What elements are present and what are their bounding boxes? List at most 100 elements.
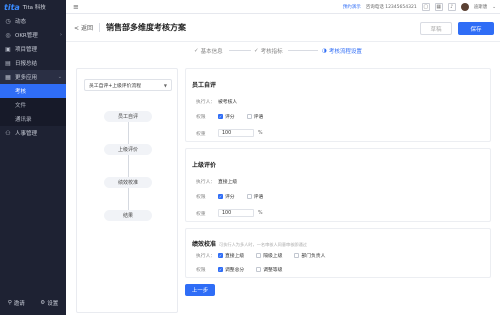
sidebar-item-feed[interactable]: ◷ 动态: [0, 14, 66, 28]
weight-row: 权重 100 %: [196, 209, 263, 217]
flow-connector: [128, 155, 129, 177]
field-label: 执行人：: [196, 100, 216, 105]
executor-value: 被考核人: [218, 100, 238, 105]
executor-value: 直接上级: [218, 180, 238, 185]
sidebar-subitem-appraisal[interactable]: 考核: [0, 84, 66, 98]
report-icon: ▤: [5, 59, 11, 67]
flow-node-superior[interactable]: 上级评价: [104, 144, 152, 155]
divider: [98, 23, 100, 32]
section-superior-eval: 上级评价 执行人： 直接上级 权限 ✓ 评分 评语 权重 100 %: [185, 148, 491, 222]
option-label: 直接上级: [225, 254, 245, 259]
calendar-icon[interactable]: ▦: [434, 3, 443, 11]
add-user-icon: ⚲: [7, 300, 12, 306]
chevron-down-icon: ⌄: [57, 74, 62, 80]
step-connector: [229, 50, 251, 51]
executor-row: 执行人： 直接上级: [196, 178, 249, 185]
sidebar-subitem-contacts[interactable]: 通讯录: [0, 112, 66, 126]
sidebar-item-label: 日报总结: [15, 61, 38, 67]
sidebar-item-label: 项目管理: [15, 47, 38, 53]
step-label: 基本信息: [200, 49, 223, 55]
sidebar-item-okr[interactable]: ◎ OKR管理 ›: [0, 28, 66, 42]
perm-score-checkbox[interactable]: ✓ 评分: [218, 113, 235, 120]
bell-icon[interactable]: ♪: [447, 3, 456, 11]
sidebar-subitem-files[interactable]: 文件: [0, 98, 66, 112]
option-label: 调整等级: [263, 268, 283, 273]
weight-unit: %: [258, 210, 263, 216]
field-label: 执行人：: [196, 180, 216, 185]
section-title: 绩效校准 可执行人为多人时，一名审核人同意审核即通过: [192, 239, 307, 248]
step-indicators[interactable]: ✓ 考核指标: [254, 47, 283, 55]
weight-input[interactable]: 100: [218, 209, 254, 217]
flow-node-calibration[interactable]: 绩效校准: [104, 177, 152, 188]
flow-select-value: 员工自评+上级评价流程: [89, 83, 141, 89]
app-logo[interactable]: tita Tita 科技: [0, 0, 66, 14]
executor-dept-head-checkbox[interactable]: 部门负责人: [294, 252, 325, 259]
section-self-eval: 员工自评 执行人： 被考核人 权限 ✓ 评分 评语 权重 100 %: [185, 68, 491, 142]
section-title-text: 绩效校准: [192, 241, 217, 248]
perm-comment-checkbox[interactable]: 评语: [246, 193, 264, 200]
flow-select[interactable]: 员工自评+上级评价流程 ▼: [84, 79, 172, 91]
option-label: 部门负责人: [301, 254, 326, 259]
back-label: 返回: [80, 25, 93, 32]
flow-connector: [128, 122, 129, 144]
sidebar-item-more-apps[interactable]: ▦ 更多应用 ⌄: [0, 70, 66, 84]
executor-row: 执行人： 被考核人: [196, 98, 249, 105]
sidebar-item-projects[interactable]: ▣ 项目管理: [0, 42, 66, 56]
topbar-right: 预约演示 咨询电话 12345654321 ▢ ▦ ♪ 迪斯唐 ⌄: [343, 0, 496, 14]
option-label: 隔级上级: [263, 254, 283, 259]
perm-adjust-score-checkbox[interactable]: ✓ 调整总分: [218, 266, 244, 273]
perm-score-checkbox[interactable]: ✓ 评分: [218, 193, 235, 200]
checkbox-icon: [256, 253, 262, 258]
message-icon[interactable]: ▢: [421, 3, 430, 11]
perm-comment-checkbox[interactable]: 评语: [246, 113, 263, 120]
field-label: 权限: [196, 115, 206, 120]
invite-button[interactable]: ⚲ 邀请: [8, 299, 25, 307]
settings-label: 设置: [47, 301, 59, 307]
sidebar: tita Tita 科技 ◷ 动态 ◎ OKR管理 › ▣ 项目管理 ▤ 日报总…: [0, 0, 66, 315]
option-label: 调整总分: [225, 268, 245, 273]
save-button[interactable]: 保存: [458, 22, 494, 35]
section-note: 可执行人为多人时，一名审核人同意审核即通过: [219, 242, 307, 247]
field-label: 执行人：: [196, 254, 216, 259]
executor-skip-checkbox[interactable]: 隔级上级: [256, 252, 282, 259]
check-icon: ✓: [254, 48, 259, 54]
logo-mark: tita: [4, 2, 20, 12]
chevron-down-icon[interactable]: ⌄: [492, 5, 496, 10]
permission-row: 权限 ✓ 评分 评语: [196, 113, 275, 120]
flow-node-self[interactable]: 员工自评: [104, 111, 152, 122]
weight-input[interactable]: 100: [218, 129, 254, 137]
flow-connector: [128, 188, 129, 210]
checkbox-checked-icon: ✓: [218, 194, 223, 199]
flow-card: 员工自评+上级评价流程 ▼ 员工自评 上级评价 绩效校准 结果: [76, 68, 178, 313]
apps-icon: ▦: [5, 73, 11, 81]
executor-direct-checkbox[interactable]: ✓ 直接上级: [218, 252, 244, 259]
demo-link[interactable]: 预约演示: [343, 4, 361, 10]
project-icon: ▣: [5, 45, 11, 53]
step-basic-info[interactable]: ✓ 基本信息: [194, 47, 223, 55]
step-connector: [288, 50, 318, 51]
sidebar-item-reports[interactable]: ▤ 日报总结: [0, 56, 66, 70]
sidebar-item-hr[interactable]: ⚇ 人事管理: [0, 126, 66, 140]
executor-row: 执行人： ✓ 直接上级 隔级上级 部门负责人: [196, 252, 337, 259]
avatar[interactable]: [460, 3, 469, 11]
field-label: 权限: [196, 268, 206, 273]
user-name[interactable]: 迪斯唐: [474, 4, 488, 10]
section-title: 上级评价: [192, 162, 217, 169]
stepper: ✓ 基本信息 ✓ 考核指标 ◑ 考核流程设置: [66, 42, 500, 58]
users-icon: ⚇: [5, 129, 11, 137]
page-title: 销售部多维度考核方案: [105, 23, 186, 32]
sidebar-item-label: OKR管理: [15, 33, 38, 39]
back-button[interactable]: < 返回: [74, 23, 93, 32]
settings-button[interactable]: ⚙ 设置: [40, 299, 58, 307]
sidebar-footer: ⚲ 邀请 ⚙ 设置: [0, 291, 66, 315]
option-label: 评语: [253, 195, 264, 200]
sidebar-item-label: 动态: [15, 19, 27, 25]
permission-row: 权限 ✓ 调整总分 调整等级: [196, 266, 294, 273]
draft-button[interactable]: 草稿: [420, 22, 452, 35]
permission-row: 权限 ✓ 评分 评语: [196, 193, 275, 200]
step-flow-settings[interactable]: ◑ 考核流程设置: [322, 47, 362, 55]
menu-icon[interactable]: ≡: [73, 3, 79, 11]
prev-step-button[interactable]: 上一步: [185, 284, 215, 296]
flow-node-result[interactable]: 结果: [104, 210, 152, 221]
perm-adjust-grade-checkbox[interactable]: 调整等级: [256, 266, 282, 273]
